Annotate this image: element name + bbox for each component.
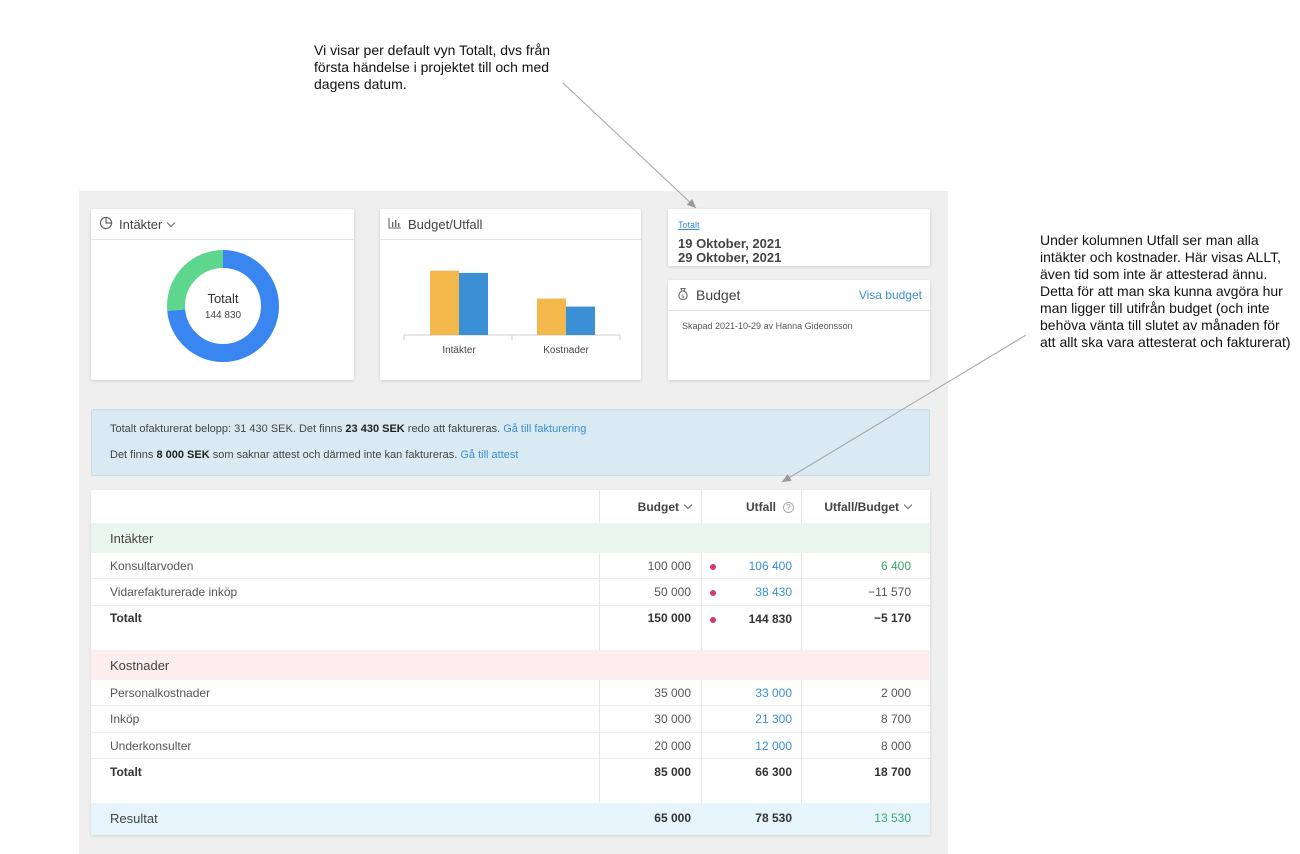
annotation-arrows <box>562 82 1027 483</box>
annotation-arrow-right <box>781 334 1027 483</box>
annotation-arrow-top <box>562 82 697 209</box>
